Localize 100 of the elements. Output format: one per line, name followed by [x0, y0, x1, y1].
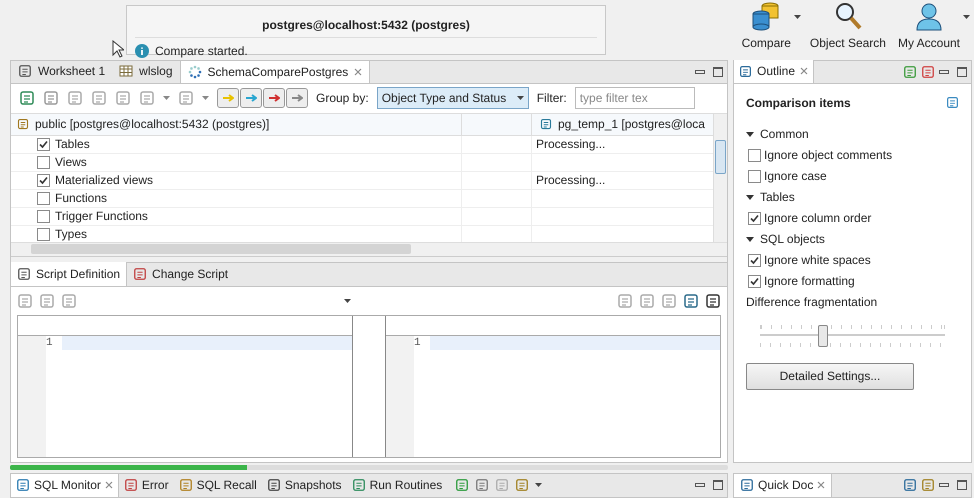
expanded-arrow-icon[interactable]: [746, 193, 754, 201]
maximize-icon[interactable]: [713, 66, 723, 76]
checkbox[interactable]: [748, 170, 761, 182]
arrow-icon: [245, 94, 257, 102]
caret-icon: [202, 96, 209, 100]
status-text: Processing...: [536, 136, 606, 153]
script-tab[interactable]: Change Script: [127, 262, 234, 286]
maximize-icon[interactable]: [713, 480, 723, 490]
option-label[interactable]: Ignore object comments: [764, 146, 892, 164]
option-label[interactable]: Ignore column order: [764, 209, 872, 227]
expanded-arrow-icon[interactable]: [746, 235, 754, 243]
direction-filter-button[interactable]: [286, 88, 308, 108]
close-icon[interactable]: [817, 481, 826, 490]
caret-icon: [516, 96, 524, 100]
horizontal-scrollbar[interactable]: [11, 242, 727, 256]
script-icon[interactable]: [178, 90, 194, 106]
close-icon[interactable]: [104, 481, 113, 490]
caret-icon: [535, 483, 542, 488]
panel-icon: [266, 478, 281, 492]
direction-filter-button[interactable]: [263, 88, 285, 108]
scrollbar-thumb[interactable]: [715, 140, 726, 174]
schema-icon: [540, 118, 552, 130]
checkbox[interactable]: [748, 148, 761, 162]
tree-item-label[interactable]: Materialized views: [55, 171, 154, 189]
bottom-tab[interactable]: SQL Monitor: [11, 474, 119, 497]
panel-icon: [352, 478, 366, 492]
tree-item-label[interactable]: Tables: [55, 136, 90, 153]
arrow-icon: [268, 94, 280, 102]
minimize-icon[interactable]: [695, 483, 705, 488]
option-label[interactable]: Ignore case: [764, 167, 827, 185]
spinner-icon: [188, 64, 202, 78]
direction-filter-button[interactable]: [240, 88, 262, 108]
minimize-icon[interactable]: [939, 483, 949, 488]
line-number: 1: [46, 336, 62, 350]
close-icon[interactable]: [800, 67, 808, 75]
book-icon: [740, 478, 754, 492]
bottom-tab[interactable]: SQL Recall: [174, 474, 262, 497]
mouse-pointer-icon: [112, 40, 124, 58]
checkbox[interactable]: [37, 192, 50, 204]
toolbar-button[interactable]: Compare: [738, 0, 794, 52]
bottom-tab[interactable]: Snapshots: [262, 474, 347, 497]
schema-icon: [17, 118, 29, 130]
section-header[interactable]: SQL objects: [746, 228, 959, 250]
checkbox[interactable]: [37, 228, 50, 240]
tree-item-label[interactable]: Trigger Functions: [55, 207, 148, 225]
editor-tab[interactable]: SchemaComparePostgres: [180, 60, 370, 82]
script-icon: [17, 266, 31, 280]
tree-item-label[interactable]: Views: [55, 153, 87, 171]
column-header[interactable]: public [postgres@localhost:5432 (postgres)]: [35, 115, 270, 133]
section-header[interactable]: Common: [746, 124, 959, 144]
quick-doc-tab[interactable]: Quick Doc: [734, 474, 832, 497]
caret-icon: [344, 298, 350, 302]
close-icon[interactable]: [354, 68, 362, 76]
outline-tab[interactable]: Outline: [734, 60, 814, 82]
group-by-dropdown[interactable]: Object Type and Status: [376, 87, 529, 109]
checkbox[interactable]: [748, 212, 761, 224]
expanded-arrow-icon[interactable]: [746, 130, 754, 138]
maximize-icon[interactable]: [957, 66, 967, 76]
checkbox[interactable]: [748, 274, 761, 288]
column-header[interactable]: pg_temp_1 [postgres@loca: [558, 115, 705, 133]
sql-sheet-icon: [18, 64, 32, 78]
panel-icon: [124, 478, 138, 492]
bottom-tab[interactable]: Error: [118, 474, 174, 497]
panel-icon: [178, 478, 193, 492]
notification-title: postgres@localhost:5432 (postgres): [135, 6, 597, 38]
section-header[interactable]: Tables: [746, 186, 959, 208]
vertical-scrollbar[interactable]: [713, 114, 727, 242]
tree-item-label[interactable]: Types: [55, 225, 88, 242]
toolbar-button[interactable]: Object Search: [806, 0, 889, 52]
filter-label: Filter:: [536, 90, 567, 107]
script-icon: [133, 266, 148, 280]
checkbox[interactable]: [37, 174, 50, 186]
slider-label: Difference fragmentation: [746, 294, 878, 311]
detailed-settings-button[interactable]: Detailed Settings...: [746, 362, 914, 390]
editor-tab[interactable]: Worksheet 1: [11, 60, 112, 82]
minimize-icon[interactable]: [939, 70, 949, 74]
script-icon[interactable]: [139, 90, 155, 106]
arrow-icon: [291, 94, 303, 102]
user-silhouette-icon: [914, 0, 944, 30]
script-tab[interactable]: Script Definition: [11, 262, 128, 286]
slider-thumb[interactable]: [818, 324, 828, 346]
panel-title: Comparison items: [746, 94, 851, 112]
minimize-icon[interactable]: [695, 70, 705, 74]
checkbox[interactable]: [37, 156, 50, 168]
checkbox[interactable]: [37, 138, 50, 150]
checkbox[interactable]: [37, 210, 50, 222]
maximize-icon[interactable]: [957, 480, 967, 490]
toolbar-button[interactable]: My Account: [894, 0, 963, 52]
editor-tab[interactable]: wlslog: [112, 60, 180, 82]
table-icon: [119, 64, 134, 78]
filter-field[interactable]: type filter tex: [574, 87, 695, 109]
outline-icon: [739, 64, 752, 78]
option-label[interactable]: Ignore white spaces: [764, 251, 871, 269]
bottom-tab[interactable]: Run Routines: [346, 474, 448, 497]
status-text: Processing...: [536, 172, 606, 189]
scrollbar-thumb[interactable]: [31, 244, 411, 254]
direction-filter-button[interactable]: [217, 88, 239, 108]
checkbox[interactable]: [748, 254, 761, 266]
tree-item-label[interactable]: Functions: [55, 189, 108, 207]
option-label[interactable]: Ignore formatting: [764, 272, 855, 290]
